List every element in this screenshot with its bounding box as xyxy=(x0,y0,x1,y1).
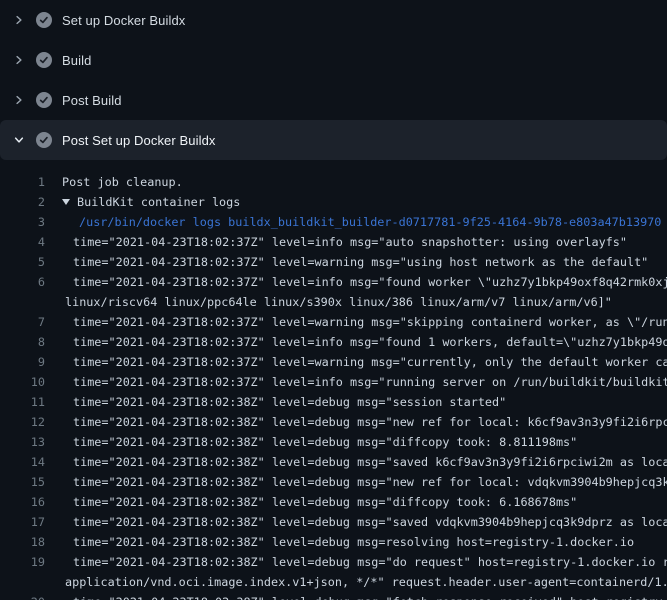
log-line: 14 time="2021-04-23T18:02:38Z" level=deb… xyxy=(0,452,667,472)
log-text: time="2021-04-23T18:02:37Z" level=info m… xyxy=(73,332,667,352)
log-line: 5 time="2021-04-23T18:02:37Z" level=warn… xyxy=(0,252,667,272)
line-number[interactable]: 11 xyxy=(0,392,45,412)
step-label: Post Build xyxy=(62,93,122,108)
line-number[interactable]: 19 xyxy=(0,552,45,572)
log-text: time="2021-04-23T18:02:38Z" level=debug … xyxy=(73,472,667,492)
log-text: linux/riscv64 linux/ppc64le linux/s390x … xyxy=(65,292,667,312)
chevron-right-icon xyxy=(12,13,26,27)
line-number[interactable]: 4 xyxy=(0,232,45,252)
line-number[interactable]: 13 xyxy=(0,432,45,452)
log-text: /usr/bin/docker logs buildx_buildkit_bui… xyxy=(79,212,667,232)
log-text: time="2021-04-23T18:02:37Z" level=warnin… xyxy=(73,352,667,372)
line-number[interactable]: 17 xyxy=(0,512,45,532)
log-line: 10 time="2021-04-23T18:02:37Z" level=inf… xyxy=(0,372,667,392)
log-text: time="2021-04-23T18:02:37Z" level=info m… xyxy=(73,232,667,252)
step-label: Set up Docker Buildx xyxy=(62,13,185,28)
line-number[interactable]: 1 xyxy=(0,172,45,192)
check-circle-icon xyxy=(36,132,52,148)
line-number[interactable]: 6 xyxy=(0,272,45,292)
log-text: time="2021-04-23T18:02:37Z" level=warnin… xyxy=(73,252,667,272)
log-line: 19 time="2021-04-23T18:02:38Z" level=deb… xyxy=(0,552,667,572)
log-text: time="2021-04-23T18:02:37Z" level=warnin… xyxy=(73,312,667,332)
log-line: 20 time="2021-04-23T18:02:38Z" level=deb… xyxy=(0,592,667,600)
check-circle-icon xyxy=(36,92,52,108)
log-text: BuildKit container logs xyxy=(77,192,667,212)
line-number[interactable]: 2 xyxy=(0,192,45,212)
log-text: time="2021-04-23T18:02:37Z" level=info m… xyxy=(73,372,667,392)
line-number[interactable]: 3 xyxy=(0,212,45,232)
log-text: time="2021-04-23T18:02:38Z" level=debug … xyxy=(73,432,667,452)
log-line: 1 Post job cleanup. xyxy=(0,172,667,192)
chevron-right-icon xyxy=(12,53,26,67)
line-number[interactable]: 18 xyxy=(0,532,45,552)
check-circle-icon xyxy=(36,52,52,68)
log-text: time="2021-04-23T18:02:38Z" level=debug … xyxy=(73,492,667,512)
group-caret-icon[interactable] xyxy=(62,199,70,205)
log-text: time="2021-04-23T18:02:38Z" level=debug … xyxy=(73,452,667,472)
step-header-post-set-up-docker-buildx[interactable]: Post Set up Docker Buildx xyxy=(0,120,667,160)
log-line: 8 time="2021-04-23T18:02:37Z" level=info… xyxy=(0,332,667,352)
log-line: 15 time="2021-04-23T18:02:38Z" level=deb… xyxy=(0,472,667,492)
log-line: 7 time="2021-04-23T18:02:37Z" level=warn… xyxy=(0,312,667,332)
line-number[interactable]: 7 xyxy=(0,312,45,332)
log-text: time="2021-04-23T18:02:38Z" level=debug … xyxy=(73,592,667,600)
line-number[interactable]: 12 xyxy=(0,412,45,432)
step-header-set-up-docker-buildx[interactable]: Set up Docker Buildx xyxy=(0,0,667,40)
log-line: 12 time="2021-04-23T18:02:38Z" level=deb… xyxy=(0,412,667,432)
step-header-build[interactable]: Build xyxy=(0,40,667,80)
log-text: time="2021-04-23T18:02:38Z" level=debug … xyxy=(73,392,667,412)
step-label: Build xyxy=(62,53,91,68)
log-line: 16 time="2021-04-23T18:02:38Z" level=deb… xyxy=(0,492,667,512)
log-text: time="2021-04-23T18:02:38Z" level=debug … xyxy=(73,412,667,432)
check-circle-icon xyxy=(36,12,52,28)
log-line: application/vnd.oci.image.index.v1+json,… xyxy=(0,572,667,592)
line-number[interactable]: 14 xyxy=(0,452,45,472)
actions-log-viewer: Set up Docker Buildx Build Post Build Po… xyxy=(0,0,667,600)
step-label: Post Set up Docker Buildx xyxy=(62,133,216,148)
log-text: time="2021-04-23T18:02:38Z" level=debug … xyxy=(73,532,667,552)
line-number[interactable]: 16 xyxy=(0,492,45,512)
line-number[interactable]: 9 xyxy=(0,352,45,372)
log-text: time="2021-04-23T18:02:37Z" level=info m… xyxy=(73,272,667,292)
log-line: 18 time="2021-04-23T18:02:38Z" level=deb… xyxy=(0,532,667,552)
log-line: 3 /usr/bin/docker logs buildx_buildkit_b… xyxy=(0,212,667,232)
log-line: linux/riscv64 linux/ppc64le linux/s390x … xyxy=(0,292,667,312)
log-line: 13 time="2021-04-23T18:02:38Z" level=deb… xyxy=(0,432,667,452)
log-text: time="2021-04-23T18:02:38Z" level=debug … xyxy=(73,552,667,572)
line-number[interactable]: 5 xyxy=(0,252,45,272)
log-line: 2 BuildKit container logs xyxy=(0,192,667,212)
chevron-down-icon xyxy=(12,133,26,147)
log-output: 1 Post job cleanup. 2 BuildKit container… xyxy=(0,160,667,600)
log-text: Post job cleanup. xyxy=(62,172,667,192)
log-line: 9 time="2021-04-23T18:02:37Z" level=warn… xyxy=(0,352,667,372)
line-number[interactable]: 8 xyxy=(0,332,45,352)
log-text: time="2021-04-23T18:02:38Z" level=debug … xyxy=(73,512,667,532)
log-line: 6 time="2021-04-23T18:02:37Z" level=info… xyxy=(0,272,667,292)
line-number[interactable]: 10 xyxy=(0,372,45,392)
log-line: 4 time="2021-04-23T18:02:37Z" level=info… xyxy=(0,232,667,252)
log-line: 11 time="2021-04-23T18:02:38Z" level=deb… xyxy=(0,392,667,412)
step-list: Set up Docker Buildx Build Post Build Po… xyxy=(0,0,667,160)
chevron-right-icon xyxy=(12,93,26,107)
line-number[interactable]: 20 xyxy=(0,592,45,600)
step-header-post-build[interactable]: Post Build xyxy=(0,80,667,120)
log-text: application/vnd.oci.image.index.v1+json,… xyxy=(65,572,667,592)
log-line: 17 time="2021-04-23T18:02:38Z" level=deb… xyxy=(0,512,667,532)
line-number[interactable]: 15 xyxy=(0,472,45,492)
